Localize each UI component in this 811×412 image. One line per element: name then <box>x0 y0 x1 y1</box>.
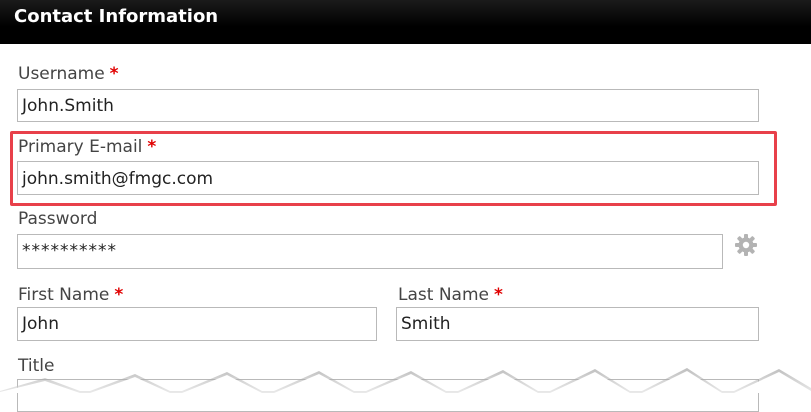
email-label-text: Primary E-mail <box>18 137 143 157</box>
torn-edge-decoration <box>0 368 811 393</box>
first-name-label-text: First Name <box>18 285 110 305</box>
username-input[interactable]: John.Smith <box>17 89 759 122</box>
first-name-value: John <box>22 314 59 334</box>
required-marker: * <box>109 64 119 84</box>
password-label-text: Password <box>18 209 98 229</box>
first-name-label: First Name * <box>18 285 123 305</box>
section-header: Contact Information <box>0 0 811 44</box>
first-name-input[interactable]: John <box>17 307 377 341</box>
last-name-label-text: Last Name <box>398 285 489 305</box>
email-label: Primary E-mail * <box>18 137 156 157</box>
last-name-label: Last Name * <box>398 285 503 305</box>
last-name-input[interactable]: Smith <box>396 307 759 341</box>
last-name-value: Smith <box>401 314 451 334</box>
required-marker: * <box>114 285 124 305</box>
username-value: John.Smith <box>22 96 114 116</box>
password-label: Password <box>18 209 97 229</box>
email-value: john.smith@fmgc.com <box>22 169 214 189</box>
email-input[interactable]: john.smith@fmgc.com <box>17 161 759 195</box>
required-marker: * <box>147 137 157 157</box>
gear-icon[interactable] <box>734 233 758 257</box>
required-marker: * <box>493 285 503 305</box>
password-value: ********** <box>22 241 117 261</box>
password-input[interactable]: ********** <box>17 234 723 269</box>
section-title: Contact Information <box>14 6 219 27</box>
username-label-text: Username <box>18 64 105 84</box>
username-label: Username * <box>18 64 119 84</box>
